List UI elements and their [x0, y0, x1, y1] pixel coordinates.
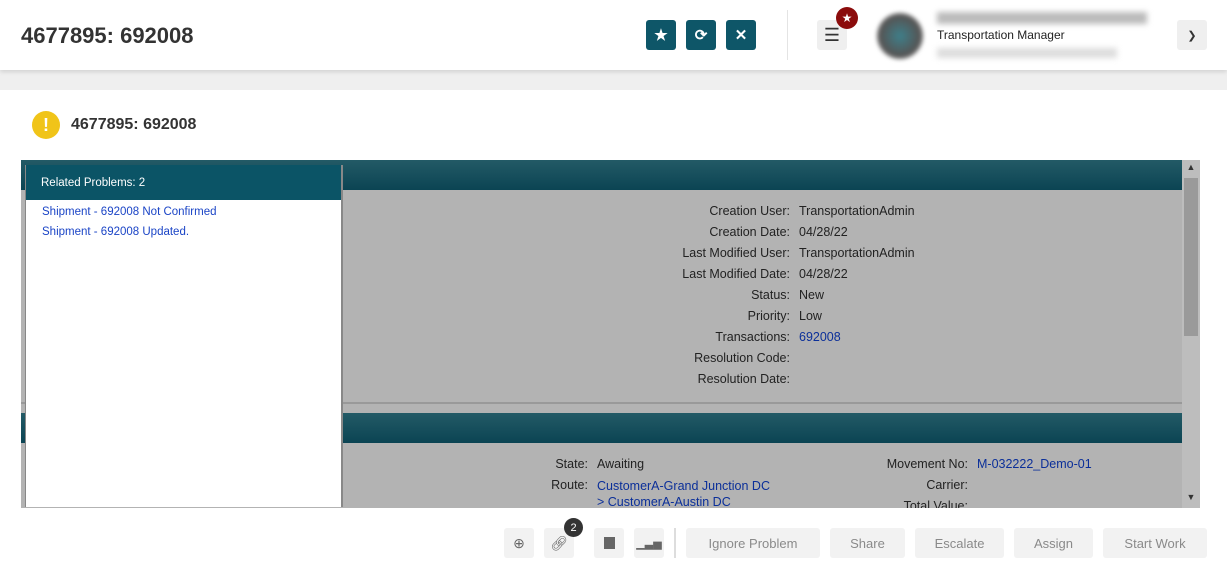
- detail-value: New: [799, 288, 825, 302]
- route-label: Route:: [551, 478, 588, 492]
- user-role: Transportation Manager: [937, 28, 1065, 42]
- scroll-up-icon[interactable]: ▲: [1182, 162, 1200, 178]
- star-icon: ★: [654, 27, 668, 44]
- detail-label: Last Modified Date:: [682, 267, 790, 281]
- detail-row: Last Modified Date: 04/28/22: [599, 264, 848, 285]
- detail-row: Creation Date: 04/28/22: [599, 222, 848, 243]
- chevron-down-icon: ❯: [1187, 29, 1197, 42]
- star-icon: ★: [841, 11, 853, 25]
- detail-row: Status: New: [599, 285, 824, 306]
- ignore-problem-button[interactable]: Ignore Problem: [686, 528, 820, 558]
- avatar[interactable]: [877, 13, 923, 59]
- total-value-label: Total Value:: [903, 499, 968, 508]
- favorite-button[interactable]: ★: [646, 20, 676, 50]
- detail-label: Creation User:: [709, 204, 790, 218]
- divider: [787, 10, 788, 60]
- start-work-button[interactable]: Start Work: [1103, 528, 1207, 558]
- detail-row: Transactions: 692008: [599, 327, 841, 348]
- detail-row: Resolution Date:: [599, 369, 799, 390]
- detail-label: Transactions:: [715, 330, 790, 344]
- user-name-blurred: [937, 12, 1147, 24]
- chart-icon: ▁▃▅: [636, 537, 662, 550]
- refresh-icon: ⟳: [694, 27, 708, 44]
- detail-row: Resolution Code:: [599, 348, 799, 369]
- state-label: State:: [555, 457, 588, 471]
- related-problems-popup: Related Problems: 2 Shipment - 692008 No…: [25, 165, 343, 507]
- detail-label: Status:: [751, 288, 790, 302]
- route-link[interactable]: > CustomerA-Austin DC: [597, 495, 731, 508]
- state-value: Awaiting: [597, 457, 645, 471]
- page-title: 4677895: 692008: [21, 23, 194, 48]
- detail-label: Resolution Code:: [694, 351, 790, 365]
- hamburger-icon: ☰: [823, 24, 841, 45]
- detail-value: Low: [799, 309, 822, 323]
- zoom-in-icon: ⊕: [513, 534, 525, 551]
- close-icon: ✕: [734, 27, 748, 44]
- movement-label: Movement No:: [886, 457, 968, 471]
- close-button[interactable]: ✕: [726, 20, 756, 50]
- detail-label: Resolution Date:: [697, 372, 790, 386]
- share-button[interactable]: Share: [830, 528, 905, 558]
- related-problems-title: Related Problems: 2: [26, 165, 341, 200]
- carrier-label: Carrier:: [926, 478, 968, 492]
- user-menu-dropdown[interactable]: ❯: [1177, 20, 1207, 50]
- note-icon: [603, 537, 615, 549]
- favorites-badge[interactable]: ★: [836, 7, 858, 29]
- detail-value: 04/28/22: [799, 267, 848, 281]
- detail-value: TransportationAdmin: [799, 204, 915, 218]
- notes-button[interactable]: [594, 528, 624, 558]
- detail-value: TransportationAdmin: [799, 246, 915, 260]
- detail-row: Creation User: TransportationAdmin: [599, 201, 915, 222]
- warning-icon: !: [32, 111, 60, 139]
- user-org-blurred: [937, 48, 1117, 58]
- app-header: 4677895: 692008 ★ ⟳ ✕ ☰ ★ Transportation…: [0, 0, 1227, 70]
- route-link[interactable]: CustomerA-Grand Junction DC: [597, 479, 770, 493]
- refresh-button[interactable]: ⟳: [686, 20, 716, 50]
- problem-title: 4677895: 692008: [71, 116, 197, 133]
- detail-row: Priority: Low: [599, 306, 822, 327]
- assign-button[interactable]: Assign: [1014, 528, 1093, 558]
- links-count-badge: 2: [564, 518, 583, 537]
- related-problem-link[interactable]: Shipment - 692008 Not Confirmed: [26, 200, 341, 218]
- escalate-button[interactable]: Escalate: [915, 528, 1004, 558]
- detail-value: 04/28/22: [799, 225, 848, 239]
- scroll-down-icon[interactable]: ▼: [1182, 492, 1200, 508]
- detail-value[interactable]: 692008: [799, 327, 841, 348]
- link-icon: 🔗︎: [550, 534, 568, 551]
- detail-row: Last Modified User: TransportationAdmin: [599, 243, 915, 264]
- scrollbar-thumb[interactable]: [1184, 178, 1198, 336]
- divider: [674, 528, 676, 558]
- zoom-button[interactable]: ⊕: [504, 528, 534, 558]
- related-problem-link[interactable]: Shipment - 692008 Updated.: [26, 218, 341, 238]
- chart-button[interactable]: ▁▃▅: [634, 528, 664, 558]
- detail-label: Creation Date:: [709, 225, 790, 239]
- detail-label: Priority:: [747, 309, 790, 323]
- detail-label: Last Modified User:: [682, 246, 790, 260]
- movement-link[interactable]: M-032222_Demo-01: [977, 454, 1092, 475]
